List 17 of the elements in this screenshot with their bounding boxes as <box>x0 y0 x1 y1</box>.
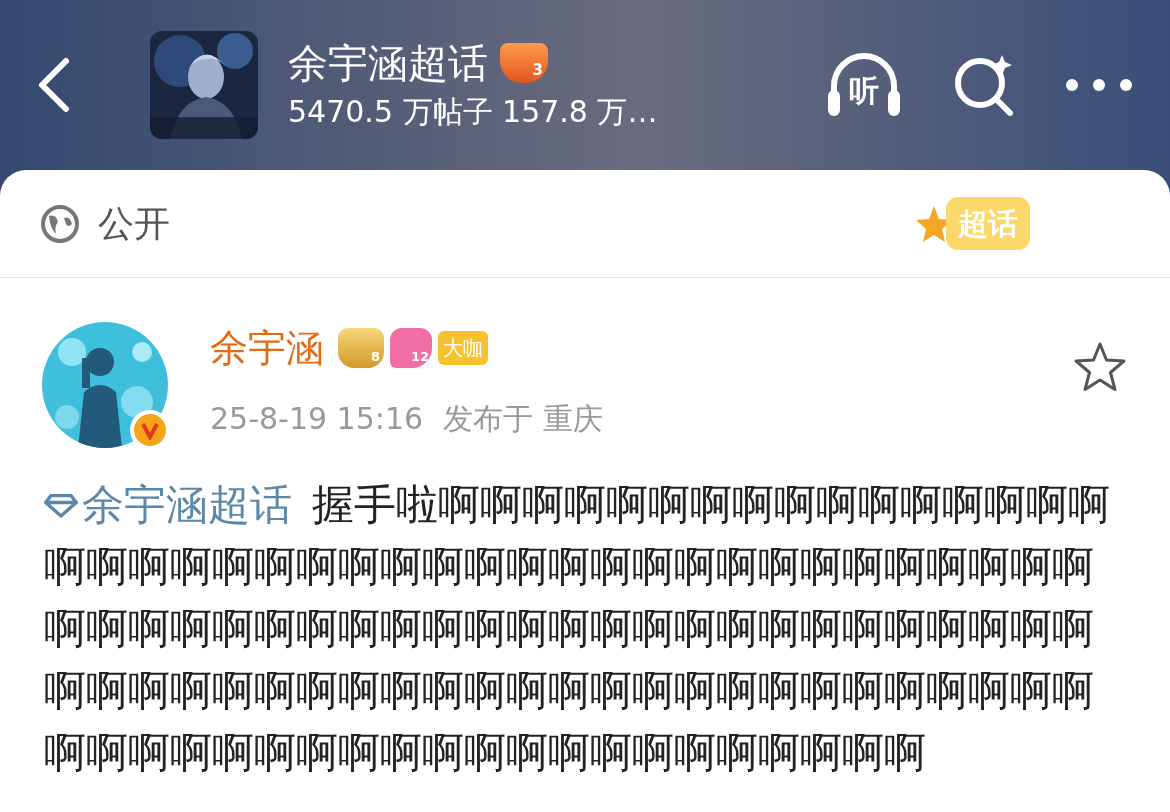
diamond-icon <box>44 491 78 519</box>
globe-icon <box>40 203 80 244</box>
author-name[interactable]: 余宇涵 <box>210 319 324 377</box>
level-badge: 3 <box>500 43 548 83</box>
post-time: 25-8-19 15:16 <box>210 400 424 438</box>
search-button[interactable] <box>952 53 1016 117</box>
crown-badge: 8 <box>338 328 384 368</box>
topic-link[interactable]: 余宇涵超话 <box>44 474 292 536</box>
post-text: 余宇涵超话 握手啦啊啊啊啊啊啊啊啊啊啊啊啊啊啊啊啊啊啊啊啊啊啊啊啊啊啊啊啊啊啊啊啊啊啊啊啊啊啊啊啊啊啊啊啊啊啊啊啊啊啊啊啊啊啊啊啊啊啊啊啊啊啊啊啊啊啊啊啊啊啊啊啊啊啊啊啊啊啊啊啊啊啊啊啊啊啊啊啊啊啊啊啊啊啊啊啊啊啊啊啊啊啊啊啊啊啊啊啊啊啊啊啊 <box>44 474 1130 784</box>
topic-stats: 5470.5 万帖子 157.8 万… <box>288 93 658 131</box>
post-location: 发布于 重庆 <box>443 400 603 438</box>
topic-sticker: 超话 <box>946 197 1030 250</box>
topic-title: 余宇涵超话 <box>288 39 488 88</box>
listen-button[interactable]: 听 <box>824 50 904 120</box>
rank-tag: 大咖 <box>438 331 488 365</box>
gem-badge: 12 <box>390 328 432 368</box>
visibility-label: 公开 <box>98 201 170 246</box>
